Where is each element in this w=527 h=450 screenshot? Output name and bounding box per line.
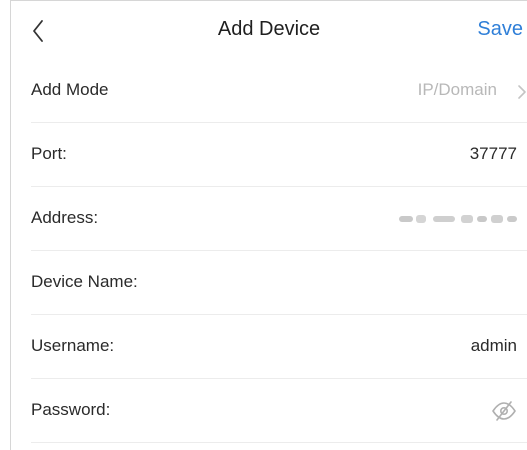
divider — [31, 442, 527, 443]
address-field[interactable] — [399, 213, 517, 225]
add-mode-row[interactable]: Add Mode IP/Domain — [11, 59, 527, 123]
address-row[interactable]: Address: — [11, 187, 527, 251]
username-field[interactable]: admin — [471, 336, 517, 356]
back-button[interactable] — [27, 15, 53, 47]
add-device-screen: Add Device Save Add Mode IP/Domain Port:… — [0, 0, 527, 450]
password-row[interactable]: Password: — [11, 379, 527, 443]
port-label: Port: — [31, 144, 67, 163]
device-name-row[interactable]: Device Name: — [11, 251, 527, 315]
add-mode-value: IP/Domain — [417, 80, 497, 99]
port-field[interactable]: 37777 — [470, 144, 517, 164]
address-label: Address: — [31, 208, 99, 227]
port-row[interactable]: Port: 37777 — [11, 123, 527, 187]
chevron-right-icon — [518, 85, 526, 99]
nav-bar: Add Device Save — [11, 1, 527, 59]
chevron-left-icon — [33, 20, 43, 42]
username-label: Username: — [31, 336, 115, 355]
add-mode-label: Add Mode — [31, 80, 109, 99]
device-name-label: Device Name: — [31, 272, 138, 291]
username-row[interactable]: Username: admin — [11, 315, 527, 379]
password-label: Password: — [31, 400, 111, 419]
page-title: Add Device — [217, 18, 321, 40]
eye-slash-icon[interactable] — [491, 400, 517, 422]
save-button[interactable]: Save — [477, 18, 523, 41]
